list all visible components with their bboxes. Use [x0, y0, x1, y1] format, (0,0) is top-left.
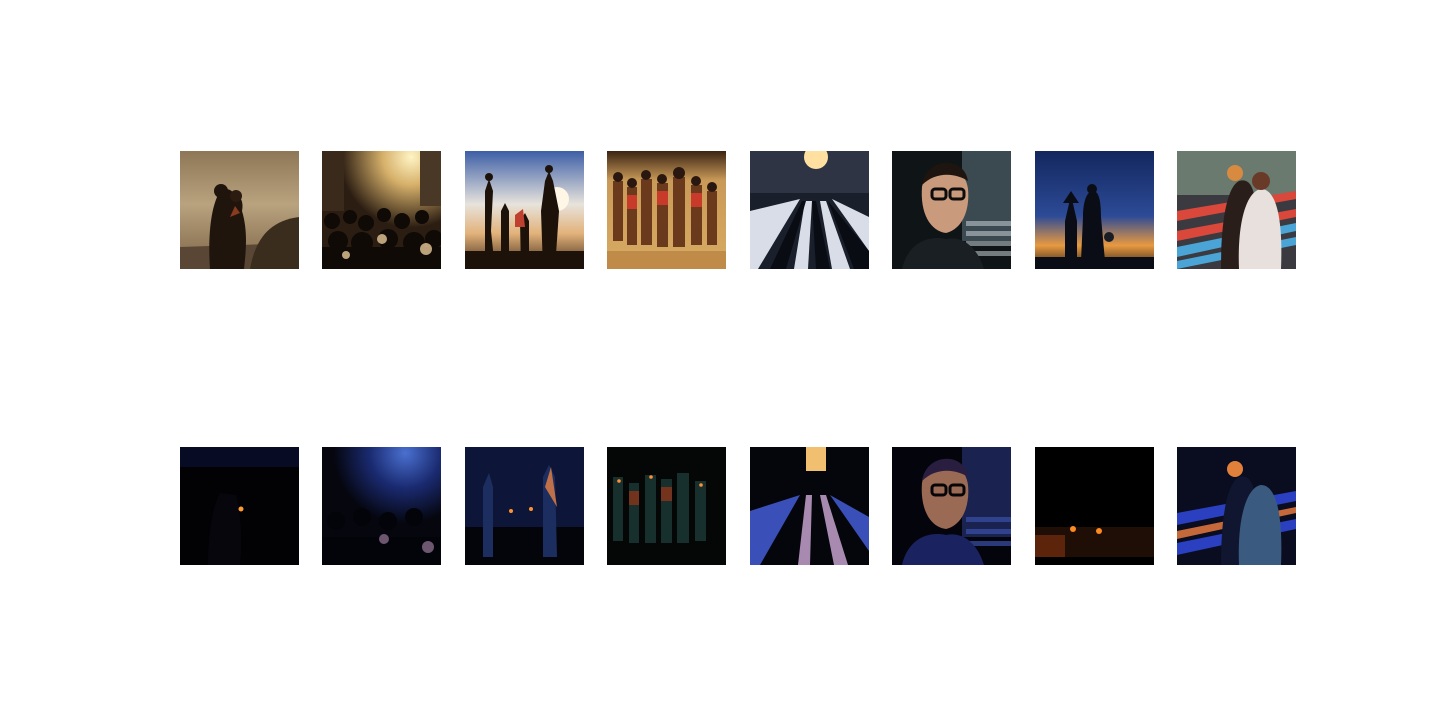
crowd-street-image: [322, 151, 441, 269]
processed-image-5: [750, 447, 869, 565]
processed-image-7: [1035, 447, 1154, 565]
couple-silhouette-dark-image: [180, 447, 299, 565]
beach-silhouettes-blue-image: [465, 447, 584, 565]
processed-image-8: [1177, 447, 1296, 565]
children-running-dark-image: [607, 447, 726, 565]
processed-image-2: [322, 447, 441, 565]
man-glasses-image: [892, 151, 1011, 269]
two-women-blue-image: [1177, 447, 1296, 565]
original-image-1: [180, 151, 299, 269]
man-glasses-blue-image: [892, 447, 1011, 565]
crowd-street-blue-image: [322, 447, 441, 565]
original-image-7: [1035, 151, 1154, 269]
silhouettes-dark-image: [1035, 447, 1154, 565]
children-running-image: [607, 151, 726, 269]
couple-silhouette-image: [180, 151, 299, 269]
processed-image-1: [180, 447, 299, 565]
silhouettes-twilight-image: [1035, 151, 1154, 269]
original-image-8: [1177, 151, 1296, 269]
street-shadows-blue-image: [750, 447, 869, 565]
image-grid-figure: [0, 0, 1440, 720]
processed-image-4: [607, 447, 726, 565]
original-image-6: [892, 151, 1011, 269]
two-women-stadium-image: [1177, 151, 1296, 269]
processed-image-6: [892, 447, 1011, 565]
street-shadows-image: [750, 151, 869, 269]
beach-silhouettes-image: [465, 151, 584, 269]
original-image-5: [750, 151, 869, 269]
original-image-3: [465, 151, 584, 269]
original-image-2: [322, 151, 441, 269]
processed-image-3: [465, 447, 584, 565]
original-image-4: [607, 151, 726, 269]
